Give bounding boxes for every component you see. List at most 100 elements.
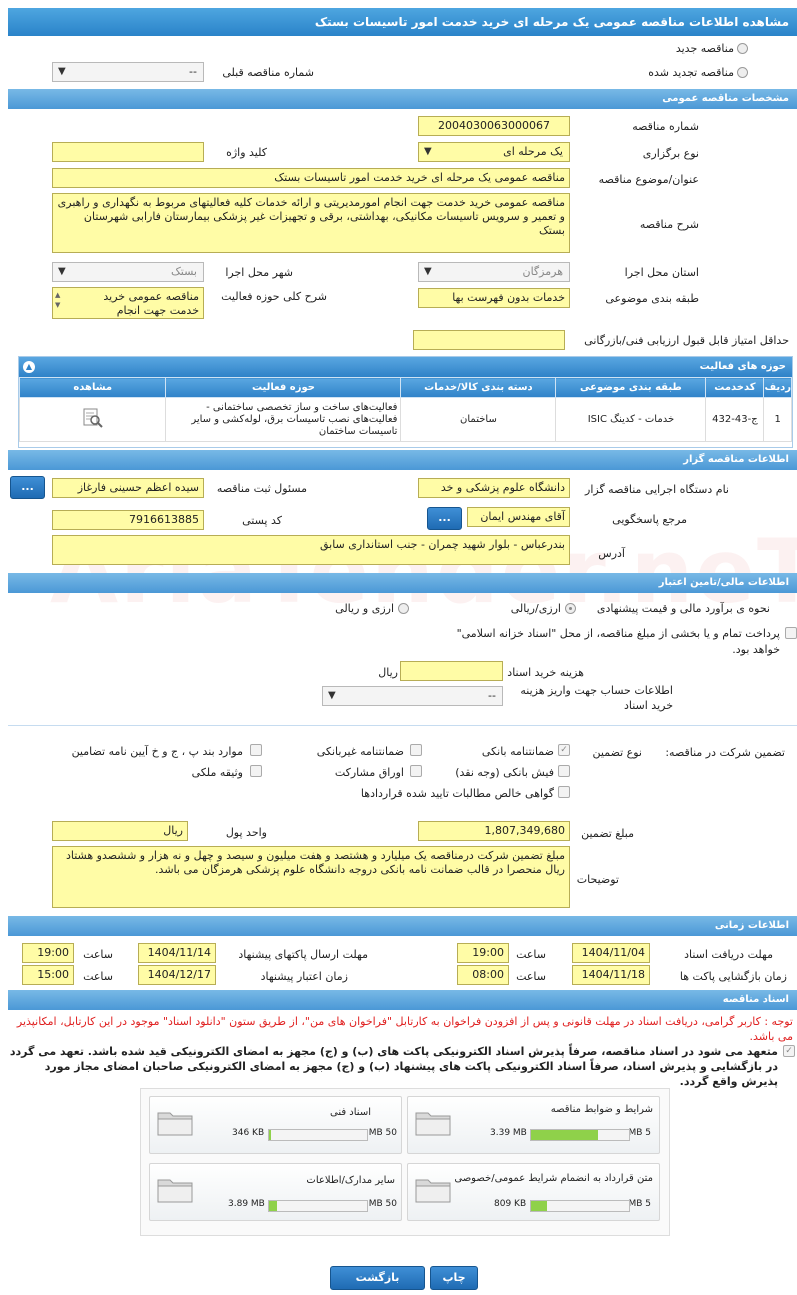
keyword-label: کلید واژه [226, 146, 267, 159]
currency-field[interactable]: ریال [52, 821, 188, 841]
divider [8, 725, 797, 726]
property-checkbox[interactable] [250, 765, 262, 777]
nonbank-guarantee-checkbox[interactable] [410, 744, 422, 756]
category-field[interactable]: خدمات بدون فهرست بها [418, 288, 570, 308]
doc-cost-label: هزینه خرید اسناد [507, 666, 584, 679]
collapse-icon[interactable]: ▲ [23, 361, 35, 373]
reference-label: مرجع پاسخگویی [612, 513, 687, 526]
receivables-label: گواهی خالص مطالبات تایید شده قراردادها [360, 787, 554, 800]
submit-time-field[interactable]: 19:00 [22, 943, 74, 963]
mixed-radio[interactable] [398, 603, 409, 614]
number-label: شماره مناقصه [632, 120, 699, 133]
receive-date-field[interactable]: 1404/11/04 [572, 943, 650, 963]
cash-receipt-checkbox[interactable] [558, 765, 570, 777]
time-label: ساعت [83, 948, 113, 961]
account-select[interactable]: -- ▼ [322, 686, 503, 706]
col-index: ردیف [763, 377, 792, 398]
doc-card-used: 3.89 MB [228, 1199, 265, 1209]
prev-number-select[interactable]: -- ▼ [52, 62, 204, 82]
reference-field[interactable]: آقای مهندس ایمان [467, 507, 570, 527]
chevron-down-icon: ▼ [58, 66, 66, 77]
doc-card-used: 346 KB [232, 1128, 265, 1138]
bonds-checkbox[interactable] [410, 765, 422, 777]
renewed-tender-radio[interactable] [737, 67, 748, 78]
postal-field[interactable]: 7916613885 [52, 510, 204, 530]
col-view: مشاهده [18, 377, 167, 398]
magnifier-doc-icon[interactable] [81, 407, 105, 429]
submit-label: مهلت ارسال پاکتهای پیشنهاد [238, 948, 368, 961]
agency-label: نام دستگاه اجرایی مناقصه گزار [585, 483, 729, 496]
valid-time-field[interactable]: 15:00 [22, 965, 74, 985]
new-tender-radio[interactable] [737, 43, 748, 54]
doc-card-title: سایر مدارک/اطلاعات [306, 1175, 395, 1186]
valid-date-field[interactable]: 1404/12/17 [138, 965, 216, 985]
receive-time-field[interactable]: 19:00 [457, 943, 509, 963]
print-button[interactable]: چاپ [430, 1266, 478, 1290]
bank-guarantee-checkbox[interactable]: ✓ [558, 744, 570, 756]
subject-field[interactable]: مناقصه عمومی یک مرحله ای خرید خدمت امور … [52, 168, 570, 188]
registrar-more-button[interactable]: ... [10, 476, 45, 499]
clause-items-checkbox[interactable] [250, 744, 262, 756]
progress-fill [269, 1201, 277, 1211]
col-category: طبقه بندی موضوعی [555, 377, 707, 398]
address-field[interactable]: بندرعباس - بلوار شهید چمران - جنب استاند… [52, 535, 570, 565]
agency-field[interactable]: دانشگاه علوم پزشکی و خد [418, 478, 570, 498]
registrar-field[interactable]: سیده اعظم حسینی فارغاز [52, 478, 204, 498]
progress-fill [531, 1201, 547, 1211]
doc-card-contract[interactable]: متن قرارداد به انضمام شرایط عمومی/خصوصی … [407, 1163, 660, 1221]
notes-field[interactable]: مبلغ تضمین شرکت درمناقصه یک میلیارد و هش… [52, 846, 570, 908]
keyword-field[interactable] [52, 142, 204, 162]
table-row: 1 ج-43-432 خدمات - کدینگ ISIC ساختمان فع… [18, 397, 792, 442]
doc-card-technical[interactable]: اسناد فنی 50 MB 346 KB [149, 1096, 402, 1154]
scroll-arrows-icon[interactable]: ▲ ▼ [55, 290, 60, 310]
doc-card-other[interactable]: سایر مدارک/اطلاعات 50 MB 3.89 MB [149, 1163, 402, 1221]
doc-card-limit: 50 MB [368, 1199, 397, 1209]
back-button[interactable]: بازگشت [330, 1266, 425, 1290]
address-label: آدرس [598, 547, 625, 560]
treasury-checkbox[interactable] [785, 627, 797, 639]
city-select[interactable]: بستک ▼ [52, 262, 204, 282]
estimate-label: نحوه ی برآورد مالی و قیمت پیشنهادی [596, 602, 770, 615]
doc-card-progress [268, 1129, 368, 1141]
doc-cost-field[interactable] [400, 661, 503, 681]
currency-label: واحد پول [225, 826, 267, 839]
open-time-field[interactable]: 08:00 [457, 965, 509, 985]
min-score-field[interactable] [413, 330, 565, 350]
type-label: نوع برگزاری [642, 147, 699, 160]
general-section-header: مشخصات مناقصه عمومی [8, 89, 797, 109]
notes-label: توضیحات [576, 873, 619, 886]
folder-icon [157, 1112, 193, 1136]
submit-date-field[interactable]: 1404/11/14 [138, 943, 216, 963]
open-date-field[interactable]: 1404/11/18 [572, 965, 650, 985]
amount-field[interactable]: 1,807,349,680 [418, 821, 570, 841]
description-field[interactable]: مناقصه عمومی خرید خدمت جهت انجام امورمدی… [52, 193, 570, 253]
type-select[interactable]: یک مرحله ای ▼ [418, 142, 570, 162]
doc-card-title: شرایط و ضوابط مناقصه [550, 1104, 653, 1115]
city-label: شهر محل اجرا [225, 266, 293, 279]
province-select[interactable]: هرمزگان ▼ [418, 262, 570, 282]
treasury-text: پرداخت تمام و یا بخشی از مبلغ مناقصه، از… [456, 627, 780, 656]
doc-card-title: متن قرارداد به انضمام شرایط عمومی/خصوصی [454, 1173, 653, 1184]
organizer-section-header: اطلاعات مناقصه گزار [8, 450, 797, 470]
doc-card-limit: 5 MB [628, 1199, 651, 1209]
amount-label: مبلغ تضمین [581, 827, 634, 840]
mixed-label: ارزی و ریالی [335, 602, 394, 615]
activity-panel-header: حوزه های فعالیت ▲ [19, 357, 792, 377]
rial-radio[interactable] [565, 603, 576, 614]
nonbank-guarantee-label: ضمانتنامه غیربانکی [316, 745, 404, 758]
tender-number-field[interactable]: 2004030063000067 [418, 116, 570, 136]
chevron-down-icon: ▼ [424, 266, 432, 277]
folder-icon [415, 1112, 451, 1136]
col-group: دسته بندی کالا/خدمات [400, 377, 557, 398]
scope-field[interactable]: مناقصه عمومی خرید خدمت جهت انجام ▲ ▼ [52, 287, 204, 319]
time-label: ساعت [516, 970, 546, 983]
reference-more-button[interactable]: ... [427, 507, 462, 530]
commit-checkbox[interactable]: ✓ [783, 1045, 795, 1057]
doc-cost-unit: ریال [378, 666, 398, 679]
receivables-checkbox[interactable] [558, 786, 570, 798]
postal-label: کد پستی [242, 514, 282, 527]
clause-items-label: موارد بند پ ، ج و خ آیین نامه تضامین [71, 745, 243, 758]
progress-fill [269, 1130, 271, 1140]
doc-card-terms[interactable]: شرایط و ضوابط مناقصه 5 MB 3.39 MB [407, 1096, 660, 1154]
doc-card-progress [530, 1129, 630, 1141]
